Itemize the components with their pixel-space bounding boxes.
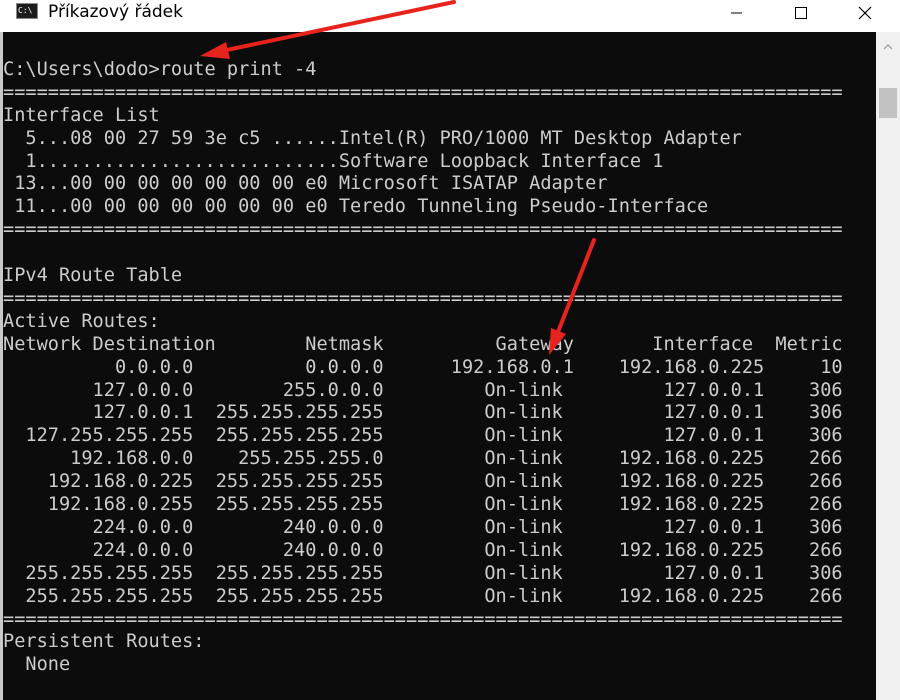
maximize-icon xyxy=(795,7,807,19)
console-line: Interface List xyxy=(3,104,160,126)
console-line: 127.0.0.1 255.255.255.255 On-link 127.0.… xyxy=(3,402,843,424)
close-icon xyxy=(858,6,872,20)
console-line: ========================================… xyxy=(3,608,843,630)
console-line: 255.255.255.255 255.255.255.255 On-link … xyxy=(3,585,843,607)
console-line: Network Destination Netmask Gateway Inte… xyxy=(3,333,843,355)
console-line: ========================================… xyxy=(3,219,843,241)
title-bar[interactable]: C:\ Příkazový řádek xyxy=(0,0,900,32)
console-line: IPv4 Route Table xyxy=(3,265,183,286)
window-title: Příkazový řádek xyxy=(48,2,183,22)
chevron-up-icon xyxy=(883,44,893,50)
console-line: 1...........................Software Loo… xyxy=(3,150,664,172)
console-line: 13...00 00 00 00 00 00 00 e0 Microsoft I… xyxy=(3,173,608,195)
console-line: 192.168.0.0 255.255.255.0 On-link 192.16… xyxy=(3,448,843,470)
console-output[interactable]: C:\Users\dodo>route print -4 ============… xyxy=(3,32,876,700)
vertical-scrollbar[interactable] xyxy=(876,32,900,700)
console-line: 127.255.255.255 255.255.255.255 On-link … xyxy=(3,425,843,447)
console-line: 224.0.0.0 240.0.0.0 On-link 127.0.0.1 30… xyxy=(3,516,843,538)
maximize-button[interactable] xyxy=(778,0,824,26)
console-line: 192.168.0.255 255.255.255.255 On-link 19… xyxy=(3,494,843,515)
scroll-thumb[interactable] xyxy=(879,88,897,118)
console-line: 5...08 00 27 59 3e c5 ......Intel(R) PRO… xyxy=(3,127,742,149)
close-button[interactable] xyxy=(842,0,888,26)
minimize-button[interactable] xyxy=(714,0,760,26)
minimize-icon xyxy=(731,12,742,14)
console-line: Persistent Routes: xyxy=(3,631,205,653)
console-line: 0.0.0.0 0.0.0.0 192.168.0.1 192.168.0.22… xyxy=(3,356,843,378)
console-line: 192.168.0.225 255.255.255.255 On-link 19… xyxy=(3,471,843,493)
console-line: 224.0.0.0 240.0.0.0 On-link 192.168.0.22… xyxy=(3,539,843,561)
console-line: 11...00 00 00 00 00 00 00 e0 Teredo Tunn… xyxy=(3,196,709,218)
console-line: ========================================… xyxy=(3,81,843,103)
console-line: ========================================… xyxy=(3,287,843,309)
console-line: None xyxy=(3,654,71,676)
scroll-up-button[interactable] xyxy=(876,36,900,58)
console-line: C:\Users\dodo>route print -4 xyxy=(3,58,317,80)
console-line: 255.255.255.255 255.255.255.255 On-link … xyxy=(3,562,843,584)
cmd-app-icon: C:\ xyxy=(16,3,38,19)
console-line: Active Routes: xyxy=(3,310,160,332)
console-line: 127.0.0.0 255.0.0.0 On-link 127.0.0.1 30… xyxy=(3,379,843,401)
